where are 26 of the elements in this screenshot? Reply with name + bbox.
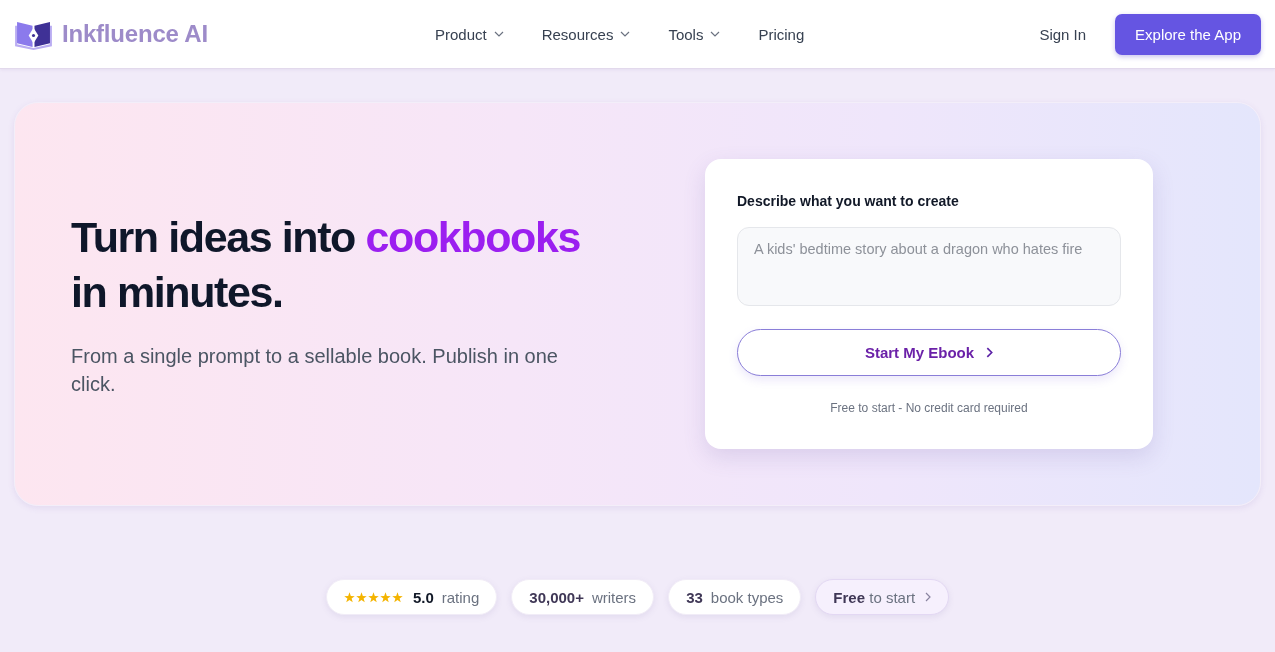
star-icon [343,591,355,603]
hero-headline: Turn ideas into cookbooks in minutes. [71,212,581,318]
star-icon [379,591,391,603]
free-start-link[interactable]: Free to start [815,579,950,615]
explore-app-button[interactable]: Explore the App [1115,13,1261,55]
hero-subtitle: From a single prompt to a sellable book. Publish in one click. [71,344,559,397]
prompt-field[interactable]: A kids' bedtime story about a dragon who hates fire [737,227,1121,306]
star-icon [367,591,379,603]
prompt-label: Describe what you want to create [737,193,959,209]
stat-label: writers [591,588,637,606]
chevron-right-icon [925,592,932,602]
star-icon [355,591,367,603]
nav-menu-item[interactable]: Resources [541,25,631,43]
sign-in-link[interactable]: Sign In [1039,25,1087,43]
start-ebook-button[interactable]: Start My Ebook [737,329,1121,376]
stat-value: 33 [686,588,703,606]
nav-menu-item[interactable]: Tools [668,25,721,43]
nav-menu-item[interactable]: Product [435,25,504,43]
rating-label: rating [441,588,480,606]
star-icon [391,591,403,603]
stat-value: 30,000+ [529,588,584,606]
free-note: Free to start - No credit card required [830,401,1028,415]
nav-menu-item[interactable]: Pricing [758,25,805,43]
rating-value: 5.0 [412,588,434,606]
chevron-right-icon [986,347,994,358]
stat-label: book types [710,588,784,606]
